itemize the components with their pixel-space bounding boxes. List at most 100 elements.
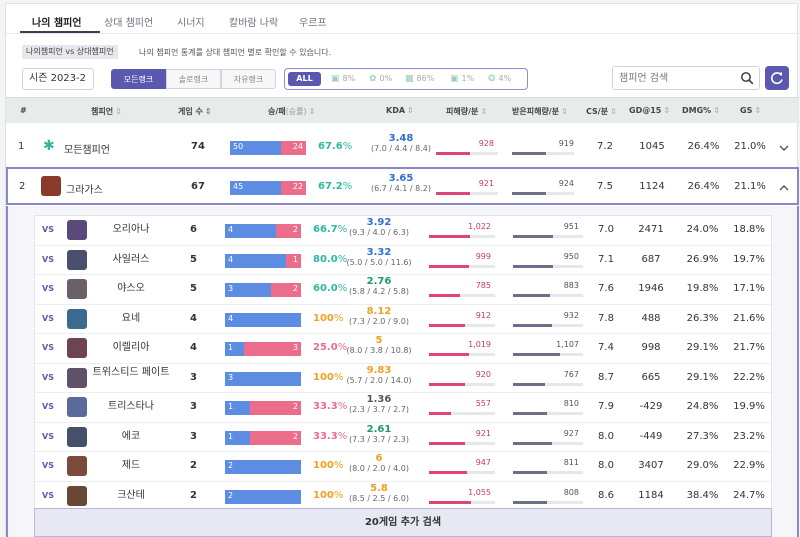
position-jungle[interactable]: ✿ 0% bbox=[369, 72, 392, 86]
header-dmg-pct[interactable]: DMG% ⇕ bbox=[682, 106, 720, 115]
matchup-row[interactable]: VS 제드 2 20 100% 6 (8.0 / 2.0 / 4.0) 947 … bbox=[35, 452, 771, 482]
matchup-row[interactable]: VS 야스오 5 32 60.0% 2.76 (5.8 / 4.2 / 5.8)… bbox=[35, 275, 771, 305]
winloss-bar: 12 bbox=[225, 401, 301, 415]
position-top[interactable]: ▣ 8% bbox=[331, 72, 355, 86]
header-gs[interactable]: GS ⇕ bbox=[740, 106, 761, 115]
refresh-icon bbox=[771, 71, 783, 85]
position-bot[interactable]: ▣ 1% bbox=[450, 72, 474, 86]
winloss-bar: 20 bbox=[225, 460, 301, 474]
table-row[interactable]: 1 ✱ 모든챔피언 74 50 24 67.6% 3.48 (7.0 / 4.4 … bbox=[6, 128, 799, 166]
queue-solo-ranked[interactable]: 솔로랭크 bbox=[166, 69, 221, 89]
chevron-up-icon[interactable] bbox=[778, 182, 790, 194]
position-mid[interactable]: ▩ 86% bbox=[405, 72, 434, 86]
header-cs[interactable]: CS/분 ⇕ bbox=[586, 106, 617, 117]
kda-detail: (9.3 / 4.0 / 6.3) bbox=[349, 228, 409, 237]
season-select[interactable]: 시즌 2023-2 ▾ bbox=[22, 68, 94, 103]
tab-synergy[interactable]: 시너지 bbox=[177, 14, 205, 29]
damage-bar bbox=[429, 412, 495, 415]
champion-portrait bbox=[41, 176, 61, 196]
queue-all-ranked[interactable]: 모든랭크 bbox=[111, 69, 166, 89]
matchup-row[interactable]: VS 크산테 2 20 100% 5.8 (8.5 / 2.5 / 6.0) 1… bbox=[35, 482, 771, 511]
tab-aram[interactable]: 칼바람 나락 bbox=[229, 14, 278, 29]
cs-per-min: 8.0 bbox=[598, 460, 614, 471]
matchup-table: VS 오리아나 6 42 66.7% 3.92 (9.3 / 4.0 / 6.3… bbox=[34, 215, 772, 511]
matchup-row[interactable]: VS 트위스티드 페이트 3 30 100% 9.83 (5.7 / 2.0 /… bbox=[35, 364, 771, 393]
damage-taken-value: 811 bbox=[563, 458, 579, 467]
matchup-row[interactable]: VS 오리아나 6 42 66.7% 3.92 (9.3 / 4.0 / 6.3… bbox=[35, 216, 771, 246]
kda-value: 8.12 bbox=[366, 305, 392, 317]
damage-taken-value: 919 bbox=[558, 139, 574, 148]
game-count: 6 bbox=[190, 224, 197, 235]
damage-bar bbox=[436, 192, 498, 195]
kda-detail: (5.7 / 2.0 / 14.0) bbox=[346, 375, 412, 385]
matchup-row[interactable]: VS 사일러스 5 41 80.0% 3.32 (5.0 / 5.0 / 11.… bbox=[35, 246, 771, 275]
damage-taken-bar bbox=[513, 500, 583, 504]
gold-share: 22.9% bbox=[733, 460, 765, 471]
damage-taken-bar bbox=[513, 294, 583, 297]
load-more-button[interactable]: 20게임 추가 검색 bbox=[34, 508, 772, 537]
win-segment bbox=[225, 312, 301, 327]
champion-search-input[interactable] bbox=[619, 71, 734, 86]
win-segment bbox=[225, 371, 301, 386]
vs-label: VS bbox=[42, 490, 54, 500]
gold-diff-15: 2471 bbox=[638, 224, 664, 235]
cs-per-min: 7.0 bbox=[598, 224, 614, 235]
header-gd15[interactable]: GD@15 ⇕ bbox=[629, 106, 670, 115]
position-support[interactable]: ❂ 4% bbox=[488, 72, 511, 86]
tab-enemy-champion[interactable]: 상대 챔피언 bbox=[104, 14, 153, 29]
champion-name: 그라가스 bbox=[66, 185, 103, 196]
kda-value: 1.36 bbox=[366, 394, 392, 405]
refresh-button[interactable] bbox=[765, 66, 789, 90]
damage-taken-value: 1,107 bbox=[556, 340, 579, 349]
matchup-row[interactable]: VS 에코 3 12 33.3% 2.61 (7.3 / 3.7 / 2.3) … bbox=[35, 423, 771, 452]
header-damage[interactable]: 피해량/분 ⇕ bbox=[446, 106, 487, 117]
kda-block: 3.92 (9.3 / 4.0 / 6.3) bbox=[335, 217, 423, 237]
winloss-bar: 40 bbox=[225, 312, 301, 327]
gold-share: 19.9% bbox=[733, 401, 765, 412]
kda-detail: (5.8 / 4.2 / 5.8) bbox=[349, 287, 409, 296]
header-index: # bbox=[20, 106, 27, 115]
top-lane-icon: ▣ bbox=[331, 74, 340, 84]
matchup-row[interactable]: VS 요네 4 40 100% 8.12 (7.3 / 2.0 / 9.0) 9… bbox=[35, 305, 771, 334]
tab-urf[interactable]: 우르프 bbox=[299, 14, 327, 29]
damage-value: 928 bbox=[478, 139, 494, 148]
season-label: 시즌 2023-2 bbox=[29, 73, 86, 84]
sort-icon: ⇕ bbox=[610, 107, 617, 116]
queue-flex-ranked[interactable]: 자유랭크 bbox=[221, 69, 276, 89]
damage-value: 785 bbox=[475, 281, 491, 290]
win-count: 3 bbox=[228, 284, 234, 293]
game-count: 2 bbox=[190, 489, 197, 501]
damage-bar bbox=[429, 500, 495, 504]
damage-bar bbox=[429, 353, 495, 356]
kda-detail: (6.7 / 4.1 / 8.2) bbox=[371, 184, 431, 193]
win-count: 4 bbox=[228, 254, 234, 264]
game-count: 3 bbox=[190, 401, 197, 412]
damage-taken-bar bbox=[513, 323, 583, 327]
cs-per-min: 7.1 bbox=[598, 253, 614, 265]
enemy-champion-portrait bbox=[67, 249, 87, 270]
matchup-row[interactable]: VS 이렐리아 4 13 25.0% 5 (8.0 / 3.8 / 10.8) … bbox=[35, 334, 771, 364]
header-damage-taken[interactable]: 받은피해량/분 ⇕ bbox=[512, 106, 568, 117]
damage-share: 19.8% bbox=[686, 283, 719, 294]
win-segment bbox=[225, 489, 301, 504]
tab-my-champion[interactable]: 나의 챔피언 bbox=[32, 14, 81, 29]
header-kda[interactable]: KDA ⇕ bbox=[386, 106, 414, 115]
gold-diff-15: 1124 bbox=[639, 181, 665, 192]
header-games[interactable]: 게임 수 ⇕ bbox=[178, 106, 212, 117]
table-row-selected[interactable]: 2 그라가스 67 45 22 67.2% 3.65 (6.7 / 4.1 / 8… bbox=[6, 167, 799, 205]
position-all-button[interactable]: ALL bbox=[288, 72, 321, 86]
damage-taken-value: 883 bbox=[563, 281, 579, 290]
winloss-bar: 20 bbox=[225, 489, 301, 504]
vs-label: VS bbox=[42, 343, 54, 352]
win-count: 4 bbox=[228, 313, 234, 323]
kda-detail: (7.0 / 4.4 / 8.4) bbox=[371, 144, 431, 153]
kda-value: 2.61 bbox=[366, 423, 392, 435]
matchup-row[interactable]: VS 트리스타나 3 12 33.3% 1.36 (2.3 / 3.7 / 2.… bbox=[35, 393, 771, 423]
header-winloss[interactable]: 승/패(승률) ⇕ bbox=[268, 106, 315, 117]
search-icon[interactable] bbox=[740, 71, 754, 85]
winloss-bar: 32 bbox=[225, 283, 301, 297]
game-count: 4 bbox=[190, 342, 197, 353]
description-chip: 나의챔피언 vs 상대챔피언 bbox=[22, 45, 118, 59]
chevron-down-icon[interactable] bbox=[778, 142, 790, 154]
header-champion[interactable]: 챔피언 ⇕ bbox=[91, 106, 122, 117]
